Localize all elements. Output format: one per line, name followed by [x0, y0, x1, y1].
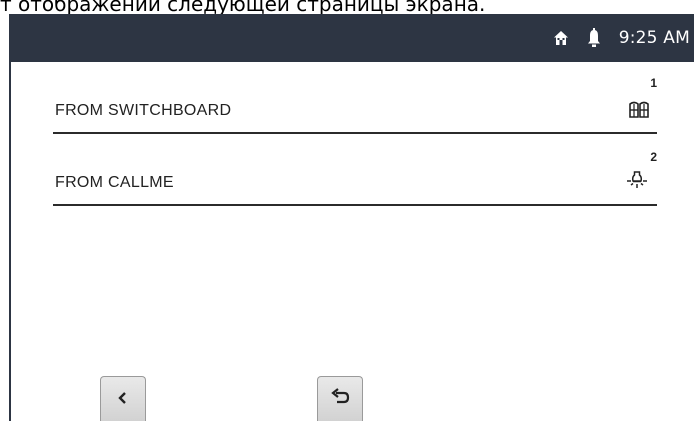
list-item-from-switchboard[interactable]: FROM SWITCHBOARD 1 — [53, 68, 657, 134]
item-number: 1 — [650, 76, 657, 90]
item-number: 2 — [650, 150, 657, 164]
status-area: 9:25 AM — [553, 14, 690, 62]
home-icon[interactable] — [553, 30, 569, 46]
light-icon — [625, 166, 649, 194]
return-button[interactable] — [317, 376, 363, 421]
list-item-from-callme[interactable]: FROM CALLME 2 — [53, 140, 657, 206]
device-screen: 9:25 AM FROM SWITCHBOARD 1 FROM CALLME 2 — [9, 14, 694, 421]
bell-icon[interactable] — [587, 28, 601, 48]
status-bar: 9:25 AM — [11, 14, 694, 62]
list-item-label: FROM CALLME — [55, 174, 174, 191]
status-time: 9:25 AM — [618, 28, 690, 48]
chevron-left-icon — [117, 390, 129, 409]
undo-arrow-icon — [330, 388, 350, 410]
back-button[interactable] — [100, 376, 146, 421]
gate-icon — [629, 100, 649, 122]
list-item-label: FROM SWITCHBOARD — [55, 102, 232, 119]
